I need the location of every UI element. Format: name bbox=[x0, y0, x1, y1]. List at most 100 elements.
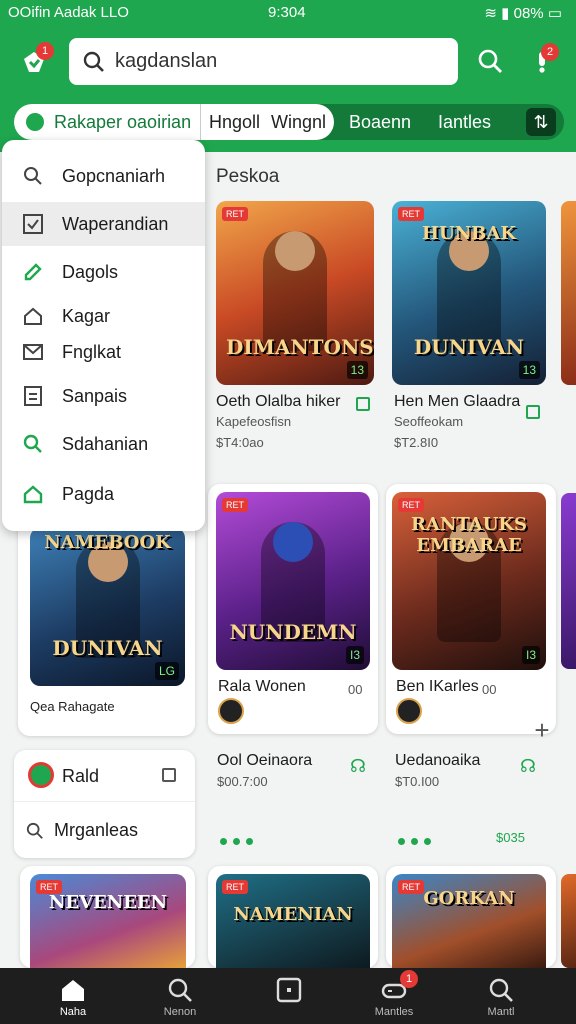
bottom-navigation: Naha Nenon 1 Mantles Mantl bbox=[0, 968, 576, 1024]
sort-icon: ⇅ bbox=[533, 112, 549, 132]
game-card-partial[interactable] bbox=[561, 874, 576, 968]
rating-tag: RET bbox=[222, 498, 248, 512]
wishlist-icon[interactable] bbox=[526, 405, 540, 419]
dropdown-item[interactable]: Pagda bbox=[2, 472, 205, 516]
game-card[interactable]: RET GORKAN bbox=[386, 866, 556, 968]
game-card[interactable]: RET NUNDEMN I3 Rala Wonen 00 bbox=[208, 484, 378, 734]
alert-button[interactable]: 2 bbox=[524, 43, 560, 79]
panel-item-label: Rald bbox=[62, 766, 100, 786]
chip-iantles[interactable]: Iantles bbox=[438, 104, 491, 140]
game-meta: 00 bbox=[482, 682, 497, 697]
nav-search[interactable]: Nenon bbox=[135, 968, 225, 1024]
search-icon bbox=[22, 165, 44, 187]
rating-tag: RET bbox=[222, 207, 248, 221]
game-cover: RET NAMENIAN bbox=[216, 874, 370, 968]
headset-icon[interactable]: ☊ bbox=[350, 756, 366, 777]
plus-icon: + bbox=[534, 715, 550, 745]
chip-selected[interactable]: Rakaper oaoirian bbox=[54, 104, 191, 140]
search-input[interactable] bbox=[115, 50, 445, 73]
publisher-avatar bbox=[396, 698, 422, 724]
game-meta: 00 bbox=[348, 682, 363, 697]
dropdown-item-selected[interactable]: Waperandian bbox=[2, 202, 205, 246]
nav-label: Mantles bbox=[374, 1006, 414, 1018]
status-battery: ≋ ▮ 08% ▭ bbox=[484, 4, 562, 22]
game-title: Hen Men Glaadra bbox=[394, 393, 521, 410]
game-card[interactable]: RET DIMANTONS 13 Oeth Olalba hiker Kapef… bbox=[208, 193, 380, 463]
carousel-dots bbox=[220, 832, 259, 850]
dropdown-item[interactable]: Dagols bbox=[2, 250, 205, 294]
search-icon bbox=[83, 51, 104, 72]
game-card-partial[interactable] bbox=[561, 201, 576, 385]
category-dropdown: Gopcnaniarh Waperandian Dagols Kagar Fng… bbox=[2, 140, 205, 531]
search-icon bbox=[487, 976, 515, 1004]
logo-icon bbox=[28, 762, 54, 788]
dropdown-item-label: Sanpais bbox=[62, 385, 128, 406]
nav-library[interactable] bbox=[244, 968, 334, 1024]
nav-label: Naha bbox=[59, 1006, 87, 1018]
dropdown-item[interactable]: Sanpais bbox=[2, 374, 205, 418]
dropdown-item-label: Gopcnaniarh bbox=[62, 165, 166, 186]
bookmark-icon bbox=[162, 768, 176, 782]
rating-tag: RET bbox=[398, 498, 424, 512]
headset-icon[interactable]: ☊ bbox=[520, 756, 536, 777]
nav-more[interactable]: Mantl bbox=[456, 968, 546, 1024]
game-title: Ben IKarles bbox=[396, 678, 479, 695]
notification-badge: 1 bbox=[36, 42, 54, 60]
game-card[interactable]: RET NEVENEEN bbox=[20, 866, 195, 968]
home-icon bbox=[59, 976, 87, 1004]
game-subtitle: Seoffeokam bbox=[394, 414, 464, 429]
nav-badge: 1 bbox=[400, 970, 418, 988]
age-rating: 13 bbox=[518, 361, 540, 379]
cover-title: GORKAN bbox=[423, 888, 515, 909]
search-bar[interactable] bbox=[69, 38, 458, 85]
game-cover: NAMEBOOK DUNIVAN LG bbox=[30, 528, 185, 686]
dropdown-item-label: Kagar bbox=[62, 305, 111, 326]
publisher-avatar bbox=[218, 698, 244, 724]
game-card-partial[interactable] bbox=[561, 493, 576, 669]
dropdown-item-label: Waperandian bbox=[62, 213, 169, 234]
game-card[interactable]: RET RANTAUKS EMBARAE I3 Ben IKarles 00 bbox=[386, 484, 556, 734]
game-card[interactable]: RET HUNBAK DUNIVAN 13 Hen Men Glaadra Se… bbox=[386, 193, 558, 463]
game-title: Qea Rahagate bbox=[30, 699, 115, 714]
filter-button[interactable]: ⇅ bbox=[526, 108, 556, 136]
leaf-icon bbox=[26, 113, 44, 131]
age-rating: 13 bbox=[346, 361, 368, 379]
panel-row-search[interactable]: Mrganleas bbox=[14, 802, 195, 858]
chip-hngoll[interactable]: Hngoll bbox=[200, 104, 260, 140]
cover-title: NUNDEMN bbox=[229, 620, 357, 644]
square-icon bbox=[275, 976, 303, 1004]
cover-title-top: HUNBAK bbox=[422, 223, 516, 244]
game-price: $T0.I00 bbox=[395, 774, 440, 789]
game-title: Ool Oeinaora bbox=[217, 752, 313, 769]
document-icon bbox=[22, 385, 44, 407]
store-logo-button[interactable]: 1 bbox=[16, 42, 54, 80]
dropdown-item[interactable]: Gopcnaniarh bbox=[2, 154, 205, 198]
cover-title: DUNIVAN bbox=[52, 636, 163, 660]
game-price: $T4:0ao bbox=[216, 435, 264, 450]
nav-games[interactable]: 1 Mantles bbox=[349, 968, 439, 1024]
home-icon bbox=[22, 305, 44, 327]
dropdown-item[interactable]: Sdahanian bbox=[2, 422, 205, 466]
nav-home[interactable]: Naha bbox=[28, 968, 118, 1024]
chip-wingnl[interactable]: Wingnl bbox=[271, 104, 326, 140]
dropdown-item-label: Pagda bbox=[62, 483, 115, 504]
search-icon bbox=[26, 822, 43, 839]
cover-title: NEVENEEN bbox=[48, 892, 168, 913]
wishlist-icon[interactable] bbox=[356, 397, 370, 411]
game-title: Uedanoaika bbox=[395, 752, 481, 769]
game-card[interactable]: RET NAMENIAN bbox=[208, 866, 378, 968]
panel-row-rald[interactable]: Rald bbox=[14, 750, 195, 802]
cover-title-top: RANTAUKS EMBARAE bbox=[410, 514, 528, 556]
chip-boaenn[interactable]: Boaenn bbox=[349, 104, 411, 140]
game-cover: RET HUNBAK DUNIVAN 13 bbox=[392, 201, 546, 385]
dropdown-item-label: Fnglkat bbox=[62, 341, 122, 362]
hero-head bbox=[275, 231, 315, 271]
nav-label: Nenon bbox=[163, 1006, 197, 1018]
add-button[interactable]: + bbox=[530, 716, 554, 744]
age-rating: I3 bbox=[345, 646, 364, 664]
game-title: Rala Wonen bbox=[218, 678, 306, 695]
game-card[interactable]: NAMEBOOK DUNIVAN LG Qea Rahagate bbox=[18, 500, 195, 736]
search-button[interactable] bbox=[472, 43, 508, 79]
status-bar: OOifin Aadak LLO 9:304 ≋ ▮ 08% ▭ bbox=[0, 0, 576, 26]
dropdown-item[interactable]: Fnglkat bbox=[2, 330, 205, 374]
